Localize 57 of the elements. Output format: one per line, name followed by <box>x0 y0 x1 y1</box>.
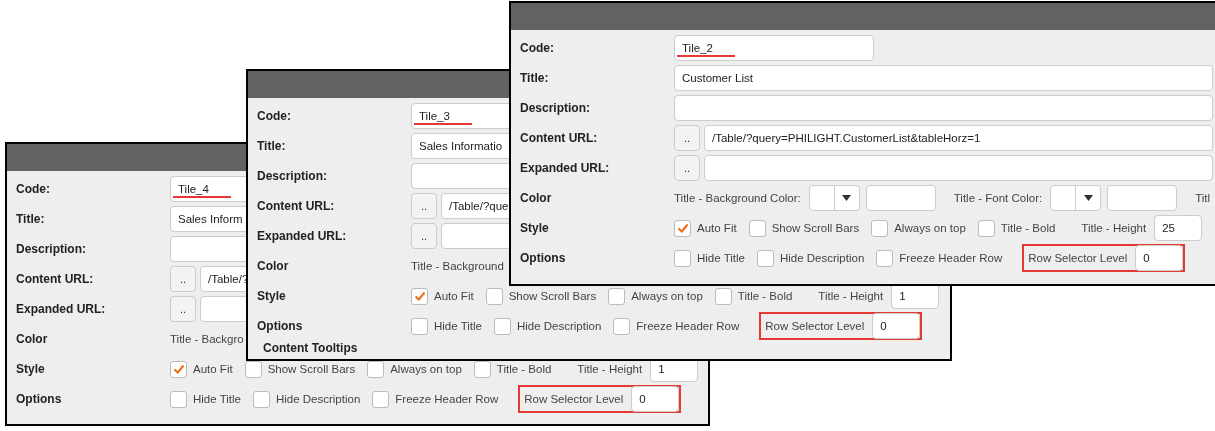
field-label: Title: <box>520 71 550 85</box>
checkbox-label: Hide Description <box>779 252 865 264</box>
color-label: Titl <box>1195 192 1211 204</box>
field-label: Title: <box>257 139 287 153</box>
number-label: Title - Height <box>818 290 884 302</box>
field-label: Description: <box>520 101 591 115</box>
field-label: Options <box>16 392 63 406</box>
field-label: Color <box>16 332 49 346</box>
field-label: Code: <box>257 109 292 123</box>
field-label: Color <box>520 191 553 205</box>
number-label: Row Selector Level <box>765 320 865 332</box>
checkbox-label: Show Scroll Bars <box>508 290 597 302</box>
field-label: Content URL: <box>257 199 336 213</box>
checkbox-label: Show Scroll Bars <box>267 363 356 375</box>
checkbox-label: Hide Title <box>193 393 241 405</box>
checkbox-label: Title - Bold <box>737 290 793 302</box>
section-heading: Content Tooltips <box>262 341 359 355</box>
field-label: Description: <box>257 169 328 183</box>
field-label: Options <box>520 251 567 265</box>
checkbox-label: Freeze Header Row <box>899 252 1003 264</box>
number-label: Title - Height <box>1081 222 1147 234</box>
field-label: Content URL: <box>16 272 95 286</box>
field-label: Content URL: <box>520 131 599 145</box>
field-label: Style <box>520 221 550 235</box>
checkbox-label: Freeze Header Row <box>636 320 740 332</box>
field-label: Style <box>16 362 46 376</box>
number-label: Title - Height <box>577 363 643 375</box>
number-label: Row Selector Level <box>524 393 624 405</box>
checkbox-label: Always on top <box>894 222 966 234</box>
checkbox-label: Hide Title <box>434 320 482 332</box>
field-label: Style <box>257 289 287 303</box>
checkbox-label: Title - Bold <box>1000 222 1056 234</box>
checkbox-label: Always on top <box>390 363 462 375</box>
color-label: Title - Font Color: <box>953 192 1043 204</box>
number-label: Row Selector Level <box>1028 252 1128 264</box>
field-label: Code: <box>520 41 555 55</box>
field-label: Expanded URL: <box>257 229 348 243</box>
checkbox-label: Auto Fit <box>434 290 474 302</box>
checkbox-label: Always on top <box>631 290 703 302</box>
checkbox-label: Hide Description <box>516 320 602 332</box>
field-label: Title: <box>16 212 46 226</box>
color-label: Title - Background <box>411 260 504 272</box>
field-label: Color <box>257 259 290 273</box>
field-label: Expanded URL: <box>520 161 611 175</box>
field-label: Options <box>257 319 304 333</box>
field-label: Expanded URL: <box>16 302 107 316</box>
checkbox-label: Freeze Header Row <box>395 393 499 405</box>
checkbox-label: Show Scroll Bars <box>771 222 860 234</box>
color-label: Title - Backgro <box>170 333 244 345</box>
checkbox-label: Title - Bold <box>496 363 552 375</box>
checkbox-label: Hide Title <box>697 252 745 264</box>
checkbox-label: Hide Description <box>275 393 361 405</box>
field-label: Description: <box>16 242 87 256</box>
checkbox-label: Auto Fit <box>697 222 737 234</box>
field-label: Code: <box>16 182 51 196</box>
color-label: Title - Background Color: <box>674 192 801 204</box>
checkbox-label: Auto Fit <box>193 363 233 375</box>
